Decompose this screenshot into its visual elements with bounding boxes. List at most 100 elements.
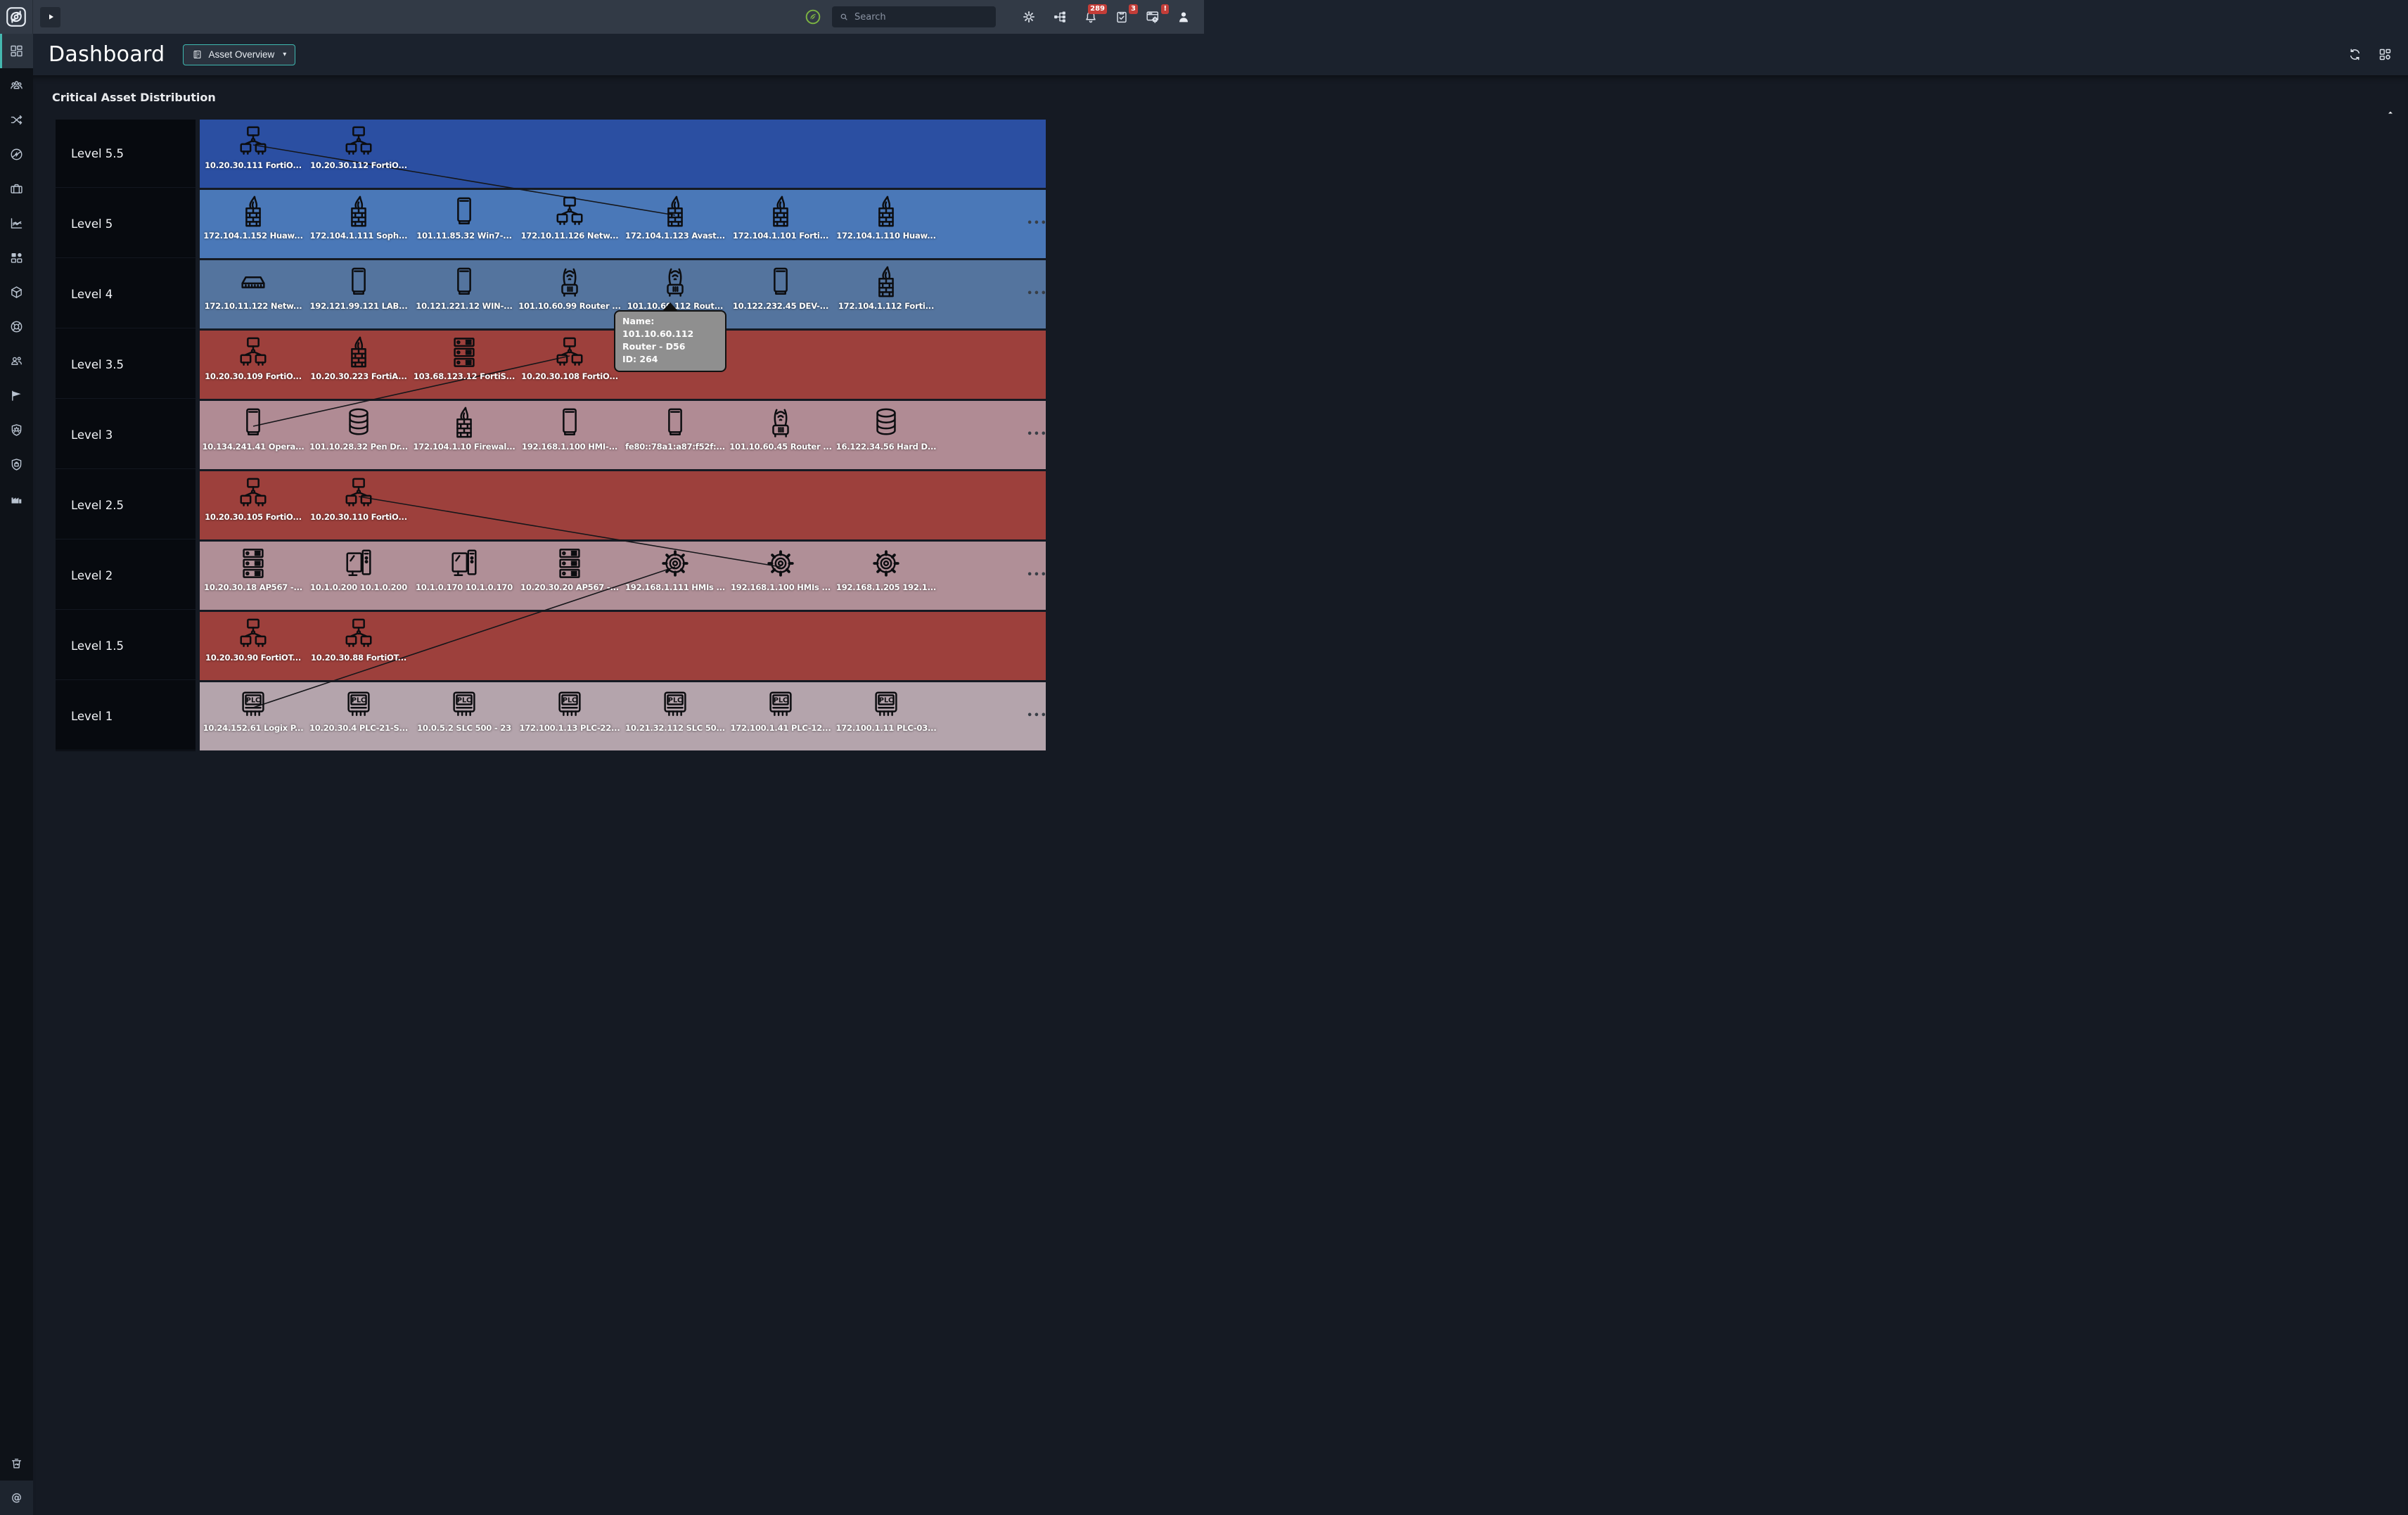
wifi-router-icon[interactable] — [764, 407, 797, 439]
device-node: 10.20.30.18 AP567 -... — [200, 547, 306, 592]
network-icon[interactable] — [237, 618, 269, 650]
sidebar-item-at-sign[interactable]: @ — [0, 1481, 33, 1515]
firewall-icon[interactable] — [764, 196, 797, 228]
widgets-settings-icon[interactable] — [2378, 47, 2393, 62]
sidebar-item-dashboard[interactable] — [0, 34, 33, 68]
search-box[interactable] — [832, 6, 996, 27]
database-icon[interactable] — [342, 407, 375, 439]
device-node: PLC 172.100.1.11 PLC-03... — [833, 688, 939, 733]
firewall-icon[interactable] — [659, 196, 691, 228]
system-alerts-icon[interactable]: ! — [1145, 4, 1169, 25]
row-more-button[interactable]: ••• — [1027, 288, 1047, 299]
device-node: PLC 10.20.30.4 PLC-21-S... — [306, 688, 411, 733]
firewall-icon[interactable] — [342, 336, 375, 369]
sidebar-item-line-chart[interactable] — [0, 206, 33, 241]
sidebar-item-factory[interactable] — [0, 482, 33, 516]
device-label: 10.1.0.170 10.1.0.170 — [415, 582, 513, 592]
device-label: 172.100.1.41 PLC-12... — [730, 723, 831, 733]
network-icon[interactable] — [553, 196, 586, 228]
network-icon[interactable] — [553, 336, 586, 369]
workstation-icon[interactable] — [448, 547, 480, 580]
gear-hmi-icon[interactable] — [870, 547, 902, 580]
sidebar-item-two-users[interactable] — [0, 344, 33, 378]
server-rack-icon[interactable] — [448, 336, 480, 369]
monitor-icon[interactable] — [342, 266, 375, 298]
monitor-icon[interactable] — [659, 407, 691, 439]
tooltip-line: ID: 264 — [622, 354, 658, 365]
sidebar-item-shield-case[interactable] — [0, 447, 33, 482]
firewall-icon[interactable] — [870, 196, 902, 228]
plc-icon[interactable]: PLC — [764, 688, 797, 720]
sidebar-item-widgets[interactable] — [0, 241, 33, 275]
plc-icon[interactable]: PLC — [870, 688, 902, 720]
plc-icon[interactable]: PLC — [342, 688, 375, 720]
sidebar-item-life-ring[interactable] — [0, 309, 33, 344]
sidebar-item-flag[interactable] — [0, 378, 33, 413]
device-node: 10.121.221.12 WIN-... — [411, 266, 517, 311]
sidebar-item-shuffle[interactable] — [0, 103, 33, 137]
server-rack-icon[interactable] — [553, 547, 586, 580]
firewall-icon[interactable] — [237, 196, 269, 228]
search-input[interactable] — [854, 11, 981, 23]
plc-icon[interactable]: PLC — [448, 688, 480, 720]
network-icon[interactable] — [237, 336, 269, 369]
network-icon[interactable] — [342, 125, 375, 158]
device-node: PLC 10.0.5.2 SLC 500 - 23 — [411, 688, 517, 733]
server-rack-icon[interactable] — [237, 547, 269, 580]
row-more-button[interactable]: ••• — [1027, 570, 1047, 580]
settings-icon[interactable] — [1021, 9, 1037, 25]
row-more-button[interactable]: ••• — [1027, 218, 1047, 229]
monitor-icon[interactable] — [448, 196, 480, 228]
network-icon[interactable] — [342, 477, 375, 509]
tasks-icon[interactable]: 3 — [1114, 4, 1138, 25]
monitor-icon[interactable] — [237, 407, 269, 439]
user-avatar[interactable] — [1176, 9, 1191, 25]
network-icon[interactable] — [237, 125, 269, 158]
device-label: 172.100.1.13 PLC-22... — [519, 723, 620, 733]
firewall-icon[interactable] — [448, 407, 480, 439]
level-band: 10.20.30.90 FortiOT... 10.20.30.88 FortiO… — [200, 612, 1046, 680]
device-node: 192.121.99.121 LAB... — [306, 266, 411, 311]
sidebar-item-shield-bug[interactable] — [0, 413, 33, 447]
device-node: 172.10.11.122 Netw... — [200, 266, 306, 311]
plc-icon[interactable]: PLC — [659, 688, 691, 720]
refresh-icon[interactable] — [2348, 47, 2362, 62]
database-icon[interactable] — [870, 407, 902, 439]
sidebar-item-cube[interactable] — [0, 275, 33, 309]
plc-icon[interactable]: PLC — [553, 688, 586, 720]
device-node: PLC 10.21.32.112 SLC 50... — [622, 688, 728, 733]
firewall-icon[interactable] — [870, 266, 902, 298]
firewall-icon[interactable] — [342, 196, 375, 228]
device-label: 16.122.34.56 Hard D... — [835, 442, 937, 452]
collapse-panel-icon[interactable] — [2385, 106, 2395, 114]
sidebar-item-briefcase[interactable] — [0, 172, 33, 206]
device-label: 101.10.60.99 Router ... — [518, 301, 621, 311]
plc-icon[interactable]: PLC — [237, 688, 269, 720]
sidebar-item-trash-restore[interactable] — [0, 1446, 33, 1481]
svg-text:PLC: PLC — [246, 697, 260, 705]
wifi-router-icon[interactable] — [659, 266, 691, 298]
sidebar-item-people-group[interactable] — [0, 68, 33, 103]
view-selector-button[interactable]: Asset Overview ▾ — [183, 44, 296, 65]
monitor-icon[interactable] — [448, 266, 480, 298]
switch-icon[interactable] — [237, 266, 269, 298]
monitor-icon[interactable] — [553, 407, 586, 439]
row-more-button[interactable]: ••• — [1027, 429, 1047, 440]
workstation-icon[interactable] — [342, 547, 375, 580]
device-label: 172.104.1.101 Forti... — [732, 231, 829, 241]
device-label: 10.20.30.88 FortiOT... — [310, 653, 407, 663]
gear-hmi-icon[interactable] — [764, 547, 797, 580]
device-label: 10.1.0.200 10.1.0.200 — [309, 582, 408, 592]
gear-hmi-icon[interactable] — [659, 547, 691, 580]
health-status-icon[interactable] — [804, 8, 822, 26]
wifi-router-icon[interactable] — [553, 266, 586, 298]
row-more-button[interactable]: ••• — [1027, 710, 1047, 721]
network-icon[interactable] — [237, 477, 269, 509]
monitor-icon[interactable] — [764, 266, 797, 298]
play-button[interactable] — [40, 6, 60, 27]
device-node: 10.20.30.112 FortiO... — [306, 125, 411, 170]
topology-icon[interactable] — [1052, 9, 1068, 25]
sidebar-item-lightning[interactable] — [0, 137, 33, 172]
notifications-icon[interactable]: 289 — [1083, 4, 1107, 25]
network-icon[interactable] — [342, 618, 375, 650]
